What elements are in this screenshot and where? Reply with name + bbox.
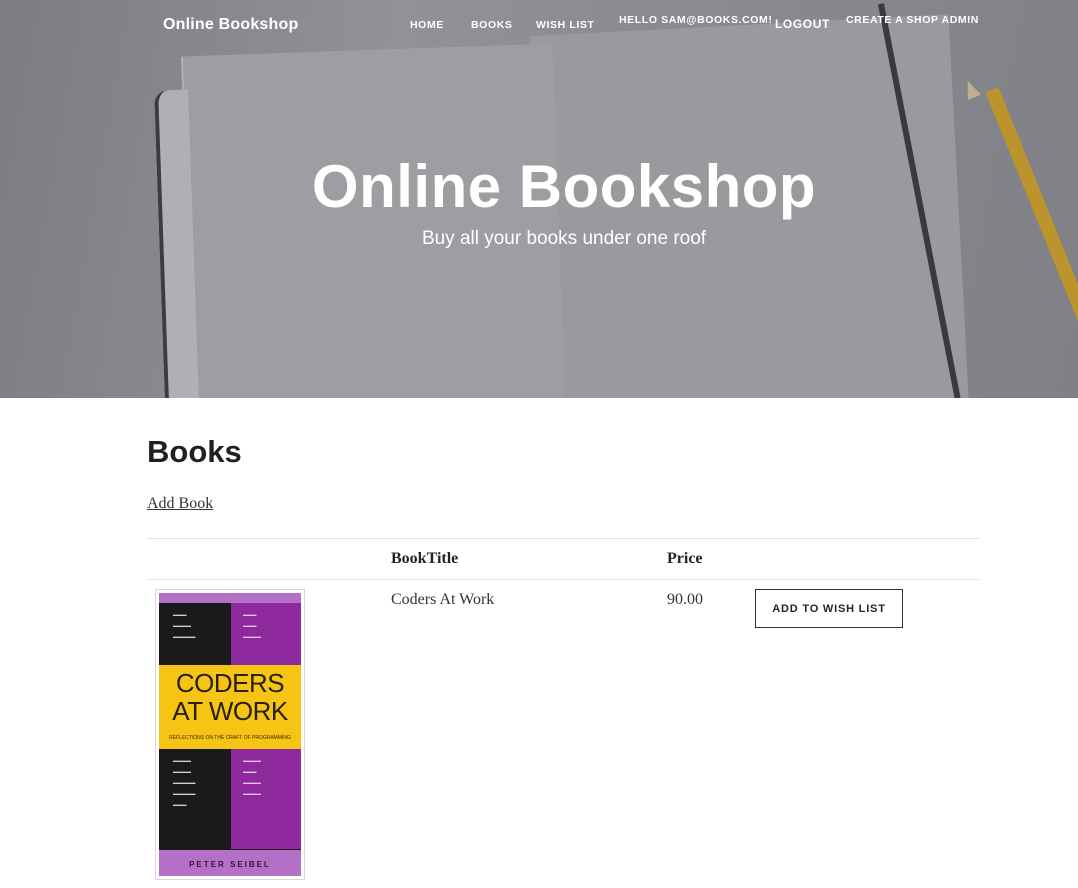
nav-logout[interactable]: LOGOUT xyxy=(775,17,830,31)
cover-names-decoration-lower: ▬▬▬▬ ▬▬▬▬ ▬▬▬▬▬ ▬▬▬▬▬ ▬▬▬ xyxy=(173,758,196,807)
add-to-wishlist-button[interactable]: ADD TO WISH LIST xyxy=(755,589,903,628)
page-title: Books xyxy=(147,434,242,469)
hero-title: Online Bookshop xyxy=(311,153,817,220)
cover-purple-block xyxy=(231,603,301,665)
nav-books[interactable]: BOOKS xyxy=(471,19,513,31)
cover-names-decoration: ▬▬▬ ▬▬▬▬ ▬▬▬▬▬ xyxy=(173,612,196,639)
table-top-border xyxy=(147,538,979,539)
cover-names-decoration-right: ▬▬▬ ▬▬▬ ▬▬▬▬ xyxy=(243,612,261,639)
nav-home[interactable]: HOME xyxy=(410,19,444,31)
hero-banner: Online Bookshop HOME BOOKS WISH LIST HEL… xyxy=(0,0,1078,398)
add-book-link[interactable]: Add Book xyxy=(147,495,213,513)
cover-top-band xyxy=(159,593,301,603)
cover-title-line1: CODERS xyxy=(175,668,285,698)
table-header-border xyxy=(147,579,979,580)
cover-tagline: REFLECTIONS ON THE CRAFT OF PROGRAMMING xyxy=(169,735,291,741)
navbar-brand[interactable]: Online Bookshop xyxy=(163,16,298,34)
column-header-booktitle: BookTitle xyxy=(391,550,459,567)
nav-wishlist[interactable]: WISH LIST xyxy=(536,19,594,31)
hero-subtitle: Buy all your books under one roof xyxy=(421,228,707,249)
nav-create-admin[interactable]: CREATE A SHOP ADMIN xyxy=(846,14,979,26)
cover-title: CODERS AT WORK xyxy=(159,669,301,725)
book-price-cell: 90.00 xyxy=(667,591,703,608)
book-cover: ▬▬▬ ▬▬▬▬ ▬▬▬▬▬ ▬▬▬ ▬▬▬ ▬▬▬▬ CODERS AT WORK R… xyxy=(159,593,301,876)
nav-user-greeting[interactable]: HELLO SAM@BOOKS.COM! xyxy=(619,14,772,26)
cover-title-line2: AT WORK xyxy=(172,696,288,726)
cover-names-decoration-lower-right: ▬▬▬▬ ▬▬▬ ▬▬▬▬ ▬▬▬▬ xyxy=(243,758,261,796)
cover-purple-block-lower xyxy=(231,749,301,849)
column-header-price: Price xyxy=(667,550,703,567)
cover-author: PETER SEIBEL xyxy=(189,860,271,869)
book-title-cell: Coders At Work xyxy=(391,591,495,608)
book-cover-image: ▬▬▬ ▬▬▬▬ ▬▬▬▬▬ ▬▬▬ ▬▬▬ ▬▬▬▬ CODERS AT WORK R… xyxy=(155,589,305,880)
